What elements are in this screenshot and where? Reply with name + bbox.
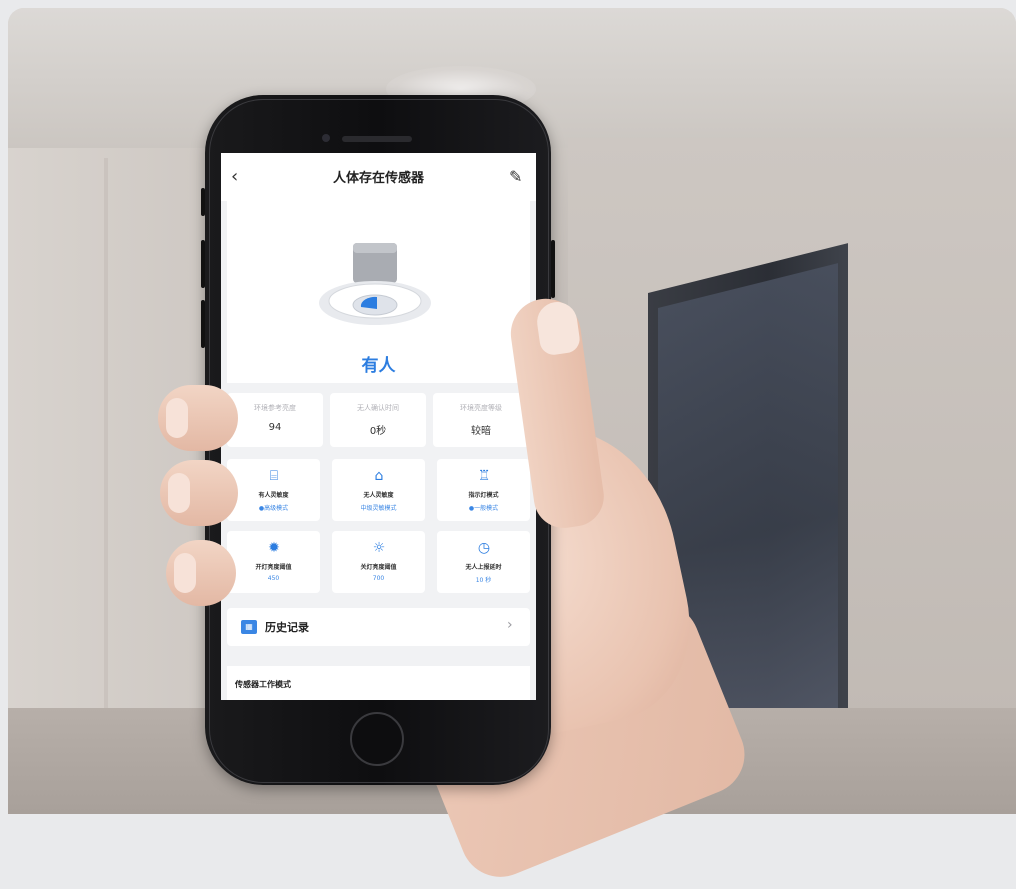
- info-label: 环境参考亮度: [254, 404, 296, 412]
- home-sensitivity-icon: ⌂: [374, 468, 384, 484]
- tile-value: 10 秒: [475, 577, 492, 584]
- tile-label: 指示灯模式: [468, 492, 499, 499]
- sensor-mode-label: 传感器工作模式: [235, 680, 291, 689]
- edit-pencil-icon[interactable]: ✎: [509, 165, 529, 189]
- tile-presence-sensitivity[interactable]: ⌸ 有人灵敏度 ●高级模式: [227, 459, 320, 521]
- earpiece-speaker: [342, 136, 412, 142]
- calendar-icon: ▦: [241, 620, 257, 634]
- info-cell-no-one-time: 无人确认时间 0秒: [330, 393, 426, 447]
- home-button[interactable]: [350, 712, 404, 766]
- info-label: 环境亮度等级: [460, 404, 502, 412]
- top-bar: ‹ 人体存在传感器 ✎: [221, 153, 536, 201]
- page-title: 人体存在传感器: [332, 171, 424, 186]
- tile-value: 中级灵敏模式: [360, 505, 397, 512]
- power-button: [551, 240, 555, 298]
- tile-label: 开灯亮度阈值: [255, 564, 292, 571]
- presence-sensitivity-icon: ⌸: [269, 468, 279, 484]
- indicator-light-icon: ♖: [477, 468, 491, 484]
- info-cell-reference-brightness: 环境参考亮度 94: [227, 393, 323, 447]
- info-value: 0秒: [369, 426, 387, 437]
- info-row: 环境参考亮度 94 无人确认时间 0秒 环境亮度等级 较暗: [227, 393, 530, 447]
- sun-bright-icon: ✹: [268, 540, 280, 556]
- history-label: 历史记录: [265, 621, 309, 634]
- fingernail: [174, 553, 196, 593]
- tile-absence-sensitivity[interactable]: ⌂ 无人灵敏度 中级灵敏模式: [332, 459, 425, 521]
- device-card: 有人: [227, 201, 530, 383]
- history-row[interactable]: ▦ 历史记录 ›: [227, 608, 530, 646]
- info-value: 较暗: [471, 426, 491, 437]
- front-camera: [322, 134, 330, 142]
- tile-label: 无人上报延时: [465, 564, 502, 571]
- app-screen: ‹ 人体存在传感器 ✎ 有人 环境参考亮度 94 无人确认时间 0秒 环境亮度等…: [221, 153, 536, 700]
- volume-down-button: [201, 300, 205, 348]
- tile-value: 700: [372, 575, 385, 582]
- chevron-left-icon[interactable]: ‹: [231, 165, 251, 189]
- tile-label: 有人灵敏度: [258, 492, 289, 499]
- tile-label: 无人灵敏度: [363, 492, 394, 499]
- timer-icon: ◷: [477, 540, 491, 556]
- chevron-right-icon: ›: [507, 617, 513, 633]
- tile-value: ●一般模式: [468, 505, 499, 512]
- sensor-device-image: [319, 243, 431, 325]
- volume-up-button: [201, 240, 205, 288]
- tile-report-delay[interactable]: ◷ 无人上报延时 10 秒: [437, 531, 530, 593]
- tile-label: 关灯亮度阈值: [360, 564, 397, 571]
- info-label: 无人确认时间: [357, 404, 399, 412]
- sensor-mode-section[interactable]: 传感器工作模式: [227, 666, 530, 700]
- tile-indicator-mode[interactable]: ♖ 指示灯模式 ●一般模式: [437, 459, 530, 521]
- tile-value: 450: [267, 575, 280, 582]
- info-value: 94: [268, 422, 282, 433]
- tile-light-on-threshold[interactable]: ✹ 开灯亮度阈值 450: [227, 531, 320, 593]
- tile-light-off-threshold[interactable]: ☼ 关灯亮度阈值 700: [332, 531, 425, 593]
- fingernail: [166, 398, 188, 438]
- fingernail: [168, 473, 190, 513]
- presence-status: 有人: [361, 356, 396, 376]
- info-cell-brightness-level: 环境亮度等级 较暗: [433, 393, 529, 447]
- sun-dim-icon: ☼: [372, 540, 386, 556]
- tile-value: ●高级模式: [258, 505, 289, 512]
- mute-switch: [201, 188, 205, 216]
